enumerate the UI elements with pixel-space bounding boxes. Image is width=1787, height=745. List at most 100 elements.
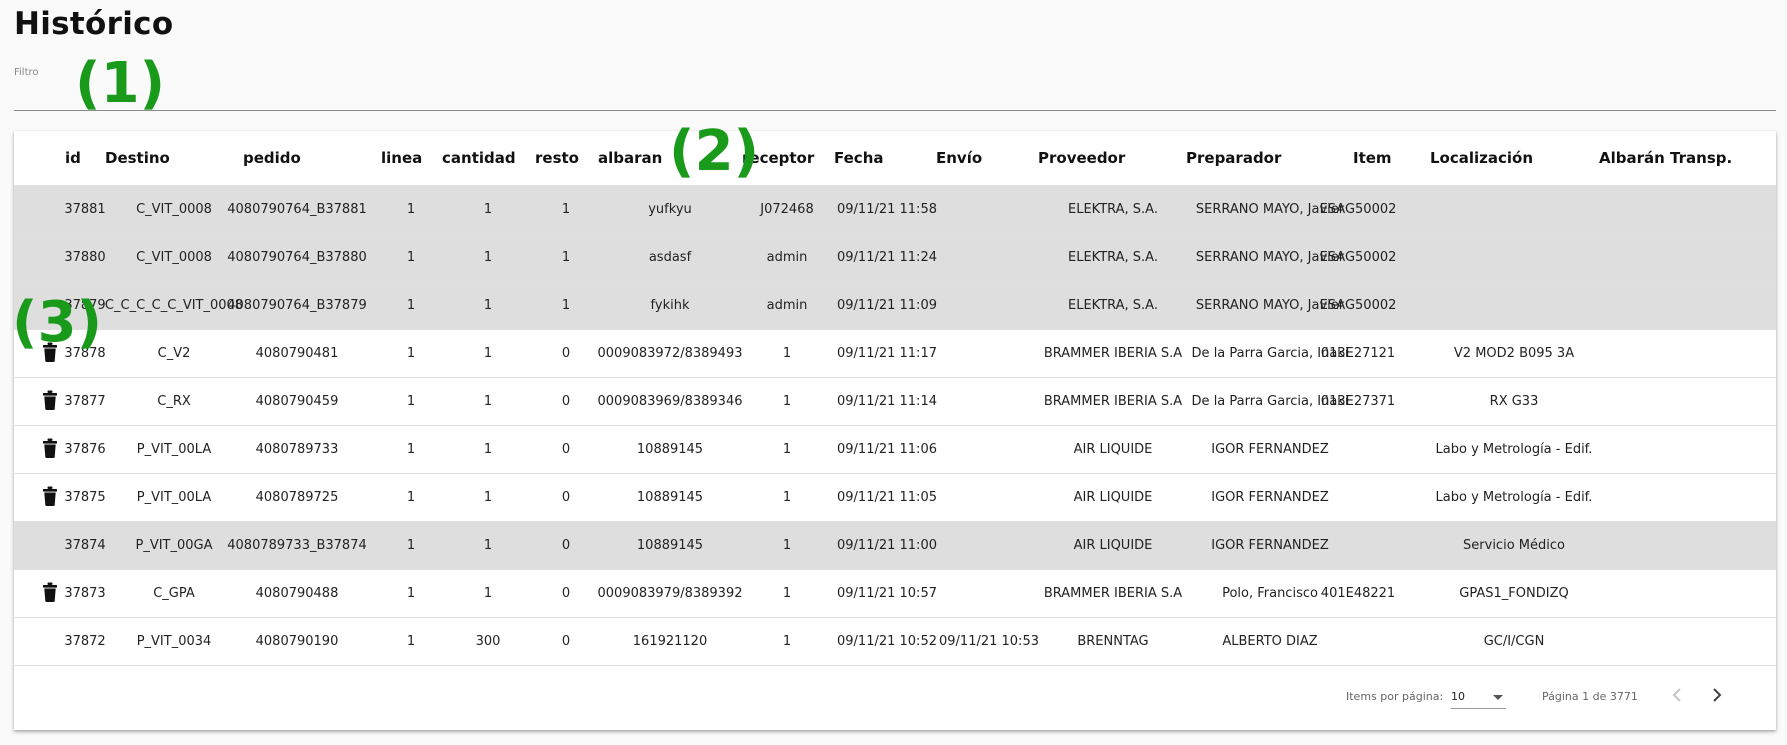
page-title: Histórico: [14, 6, 174, 42]
cell-localizacion: GPAS1_FONDIZQ: [1459, 586, 1569, 601]
cell-cantidad: 1: [483, 298, 493, 313]
cell-linea: 1: [406, 634, 416, 649]
cell-pedido: 4080790764_B37879: [227, 298, 367, 313]
cell-resto: 1: [561, 202, 571, 217]
cell-pedido: 4080789733_B37874: [227, 538, 367, 553]
column-header-envio[interactable]: Envío: [936, 131, 982, 185]
cell-cantidad: 300: [475, 634, 501, 649]
cell-destino: P_VIT_0034: [136, 634, 212, 649]
column-header-fecha[interactable]: Fecha: [834, 131, 884, 185]
cell-fecha: 09/11/21 10:52: [837, 634, 937, 649]
cell-localizacion: GC/I/CGN: [1483, 634, 1545, 649]
cell-proveedor: AIR LIQUIDE: [1073, 490, 1153, 505]
cell-receptor: admin: [766, 250, 808, 265]
cell-item: ESAG50002: [1319, 250, 1397, 265]
cell-item: ESAG50002: [1319, 298, 1397, 313]
cell-item: 013E27371: [1320, 394, 1396, 409]
cell-albaran: 161921120: [632, 634, 708, 649]
cell-item: ESAG50002: [1319, 202, 1397, 217]
cell-destino: C_V2: [157, 346, 191, 361]
caret-down-icon: [1493, 695, 1503, 700]
cell-receptor: J072468: [760, 202, 814, 217]
history-table-card: id Destino pedido linea cantidad resto albaran…: [14, 131, 1776, 730]
next-page-button[interactable]: [1702, 680, 1732, 710]
cell-albaran: 10889145: [636, 538, 704, 553]
table-row[interactable]: 37879 C_C_C_C_C_VIT_0008 4080790764_B37879…: [14, 282, 1776, 330]
cell-fecha: 09/11/21 11:14: [837, 394, 937, 409]
table-row[interactable]: 37877 C_RX 4080790459 1 1 0 0009083969/8389346…: [14, 378, 1776, 426]
cell-id: 37876: [64, 442, 106, 457]
cell-cantidad: 1: [483, 346, 493, 361]
column-header-pedido[interactable]: pedido: [243, 131, 301, 185]
table-row[interactable]: 37875 P_VIT_00LA 4080789725 1 1 0 10889145 1 09/…: [14, 474, 1776, 522]
cell-destino: P_VIT_00LA: [136, 490, 212, 505]
page-size-value: 10: [1451, 690, 1465, 703]
cell-resto: 0: [561, 442, 571, 457]
table-row[interactable]: 37873 C_GPA 4080790488 1 1 0 0009083979/838939…: [14, 570, 1776, 618]
cell-pedido: 4080790764_B37880: [227, 250, 367, 265]
page-size-select[interactable]: 10: [1451, 682, 1506, 709]
cell-fecha: 09/11/21 11:06: [837, 442, 937, 457]
cell-cantidad: 1: [483, 442, 493, 457]
column-header-proveedor[interactable]: Proveedor: [1038, 131, 1125, 185]
items-per-page-label: Items por página:: [1346, 690, 1444, 703]
cell-cantidad: 1: [483, 250, 493, 265]
cell-id: 37875: [64, 490, 106, 505]
previous-page-button[interactable]: [1662, 680, 1692, 710]
table-row[interactable]: 37872 P_VIT_0034 4080790190 1 300 0 161921120 1…: [14, 618, 1776, 666]
column-header-destino[interactable]: Destino: [105, 131, 170, 185]
column-header-cantidad[interactable]: cantidad: [442, 131, 516, 185]
cell-resto: 0: [561, 490, 571, 505]
cell-cantidad: 1: [483, 202, 493, 217]
cell-receptor: 1: [782, 538, 792, 553]
trash-icon[interactable]: [43, 438, 57, 458]
filter-label: Filtro: [14, 67, 39, 78]
cell-albaran: 10889145: [636, 442, 704, 457]
cell-preparador: ALBERTO DIAZ: [1222, 634, 1318, 649]
cell-localizacion: Servicio Médico: [1463, 538, 1565, 553]
cell-preparador: IGOR FERNANDEZ: [1211, 490, 1329, 505]
table-row[interactable]: 37878 C_V2 4080790481 1 1 0 0009083972/8389493…: [14, 330, 1776, 378]
annotation-marker-1: (1): [75, 51, 166, 116]
cell-localizacion: V2 MOD2 B095 3A: [1453, 346, 1575, 361]
cell-albaran: 0009083969/8389346: [597, 394, 743, 409]
column-header-localizacion[interactable]: Localización: [1430, 131, 1533, 185]
cell-localizacion: Labo y Metrología - Edif.: [1435, 490, 1593, 505]
cell-id: 37880: [64, 250, 106, 265]
trash-icon[interactable]: [43, 486, 57, 506]
column-header-albaran[interactable]: albaran: [598, 131, 662, 185]
trash-icon[interactable]: [43, 582, 57, 602]
cell-item: 013E27121: [1320, 346, 1396, 361]
column-header-linea[interactable]: linea: [381, 131, 422, 185]
cell-destino: P_VIT_00GA: [135, 538, 213, 553]
cell-albaran: 0009083979/8389392: [597, 586, 743, 601]
cell-fecha: 09/11/21 10:57: [837, 586, 937, 601]
cell-receptor: 1: [782, 634, 792, 649]
cell-proveedor: AIR LIQUIDE: [1073, 538, 1153, 553]
cell-pedido: 4080790459: [255, 394, 339, 409]
cell-linea: 1: [406, 346, 416, 361]
column-header-albaran-transp[interactable]: Albarán Transp.: [1599, 131, 1732, 185]
cell-linea: 1: [406, 586, 416, 601]
table-row[interactable]: 37881 C_VIT_0008 4080790764_B37881 1 1 1 yufky…: [14, 186, 1776, 234]
cell-proveedor: BRENNTAG: [1077, 634, 1149, 649]
cell-id: 37873: [64, 586, 106, 601]
cell-resto: 0: [561, 394, 571, 409]
cell-albaran: fykihk: [650, 298, 690, 313]
filter-input[interactable]: [14, 80, 1776, 111]
cell-resto: 0: [561, 538, 571, 553]
trash-icon[interactable]: [43, 390, 57, 410]
table-row[interactable]: 37876 P_VIT_00LA 4080789733 1 1 0 10889145 1 09/…: [14, 426, 1776, 474]
column-header-id[interactable]: id: [65, 131, 81, 185]
cell-proveedor: ELEKTRA, S.A.: [1068, 250, 1158, 265]
table-row[interactable]: 37880 C_VIT_0008 4080790764_B37880 1 1 1 asdas…: [14, 234, 1776, 282]
column-header-item[interactable]: Item: [1353, 131, 1392, 185]
table-row[interactable]: 37874 P_VIT_00GA 4080789733_B37874 1 1 0 10889…: [14, 522, 1776, 570]
cell-receptor: 1: [782, 394, 792, 409]
annotation-marker-3: (3): [12, 290, 103, 355]
cell-albaran: 0009083972/8389493: [597, 346, 743, 361]
table-header: id Destino pedido linea cantidad resto albaran…: [14, 131, 1776, 186]
column-header-resto[interactable]: resto: [535, 131, 579, 185]
column-header-preparador[interactable]: Preparador: [1186, 131, 1281, 185]
cell-proveedor: BRAMMER IBERIA S.A: [1043, 586, 1183, 601]
